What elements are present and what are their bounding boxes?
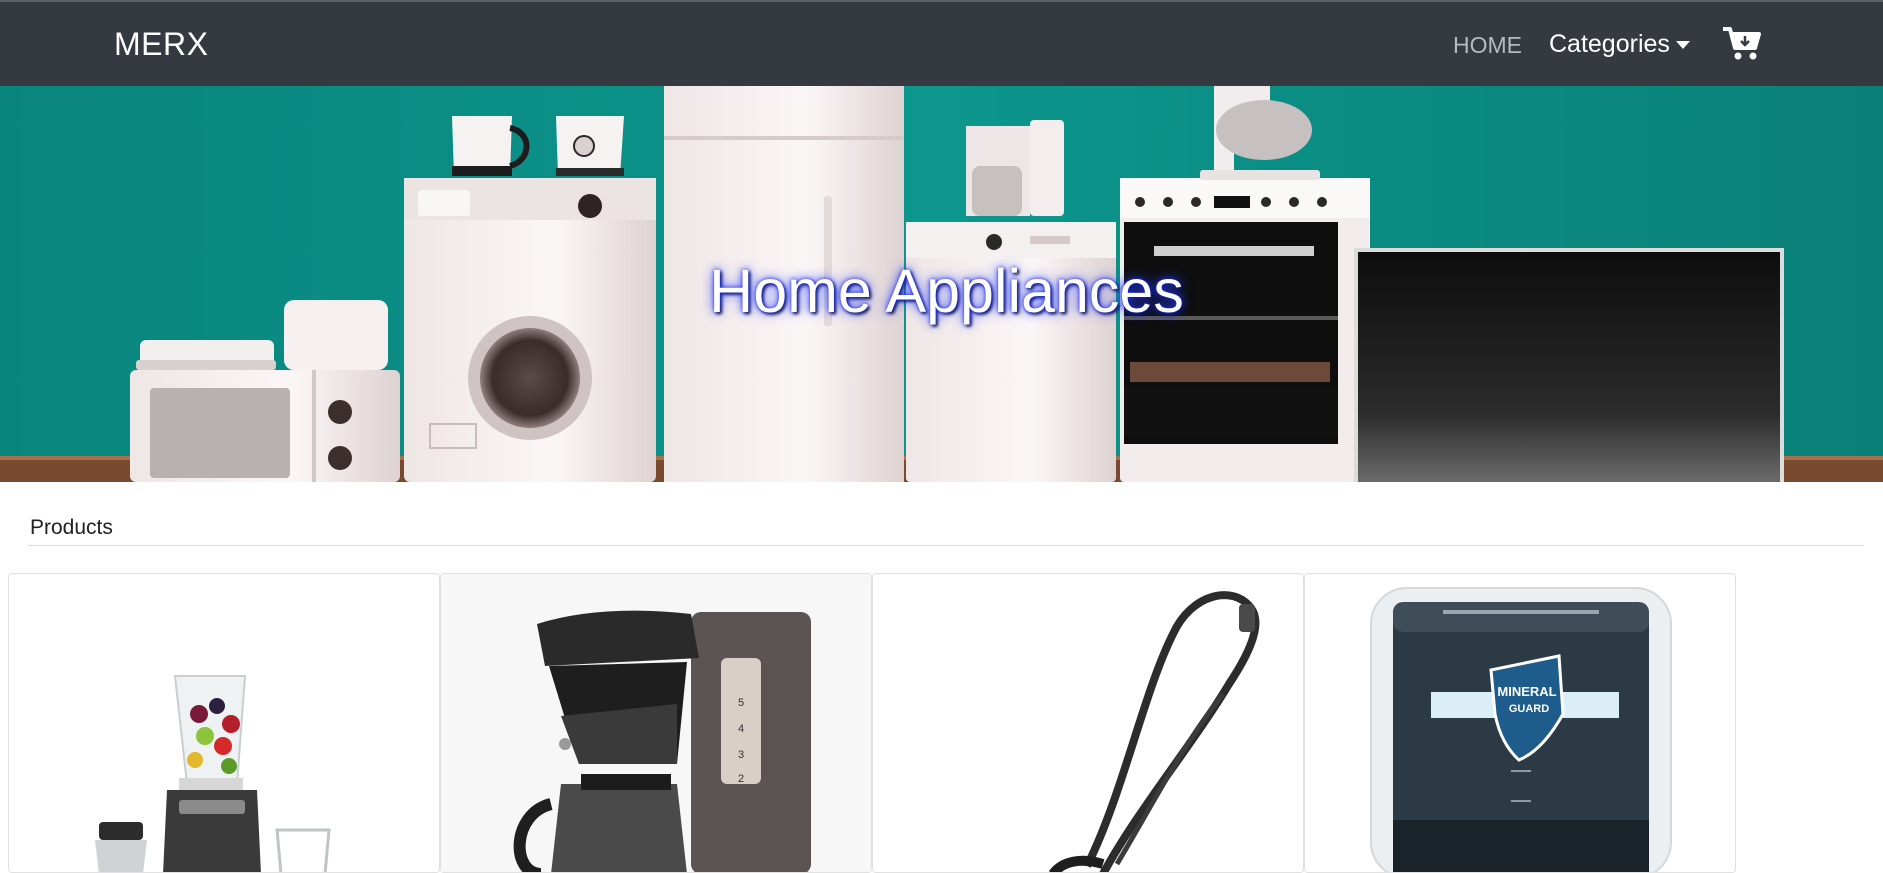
svg-text:5: 5 [738,697,744,709]
svg-text:3: 3 [738,749,744,761]
coffee-maker-image: 5 4 3 2 [441,574,871,872]
caret-down-icon [1675,40,1690,49]
hero-banner: Home Appliances [0,86,1883,482]
blender-image [95,675,331,872]
product-card-water-purifier[interactable]: MINERAL GUARD [1304,573,1736,873]
products-heading: Products [30,516,113,539]
nav-home-link[interactable]: HOME [1453,32,1522,59]
product-grid: 5 4 3 2 MINERAL GUARD [8,573,1748,873]
product-card-vacuum-cleaner[interactable] [872,573,1304,873]
cart-button[interactable] [1722,26,1762,62]
brand-logo[interactable]: MERX [114,26,208,63]
hero-title: Home Appliances [709,257,1184,325]
product-card-coffee-maker[interactable]: 5 4 3 2 [440,573,872,873]
products-divider [28,545,1864,546]
navbar: MERX HOME Categories [0,0,1883,86]
categories-label: Categories [1549,30,1670,58]
svg-text:MINERAL: MINERAL [1497,684,1556,699]
vacuum-cleaner-image [1048,591,1260,872]
categories-dropdown[interactable]: Categories [1549,30,1690,59]
svg-text:2: 2 [738,773,744,785]
product-card-blender[interactable] [8,573,440,873]
cart-plus-icon [1723,27,1761,60]
svg-text:4: 4 [738,723,744,735]
svg-text:GUARD: GUARD [1509,703,1549,715]
water-purifier-image: MINERAL GUARD [1370,587,1672,872]
